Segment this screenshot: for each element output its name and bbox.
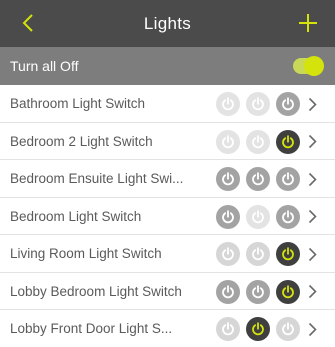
turn-all-off-toggle[interactable] [293, 56, 324, 76]
power-icon [222, 97, 234, 111]
power-button-2[interactable] [246, 92, 270, 116]
power-icon [282, 284, 294, 298]
power-icon [282, 97, 294, 111]
power-button-3[interactable] [276, 129, 300, 154]
chevron-right-icon[interactable] [306, 96, 318, 112]
power-button-3[interactable] [276, 279, 300, 304]
power-icon [252, 247, 264, 261]
power-button-1[interactable] [216, 167, 240, 191]
switch-row[interactable]: Bedroom Light Switch [0, 197, 335, 235]
power-button-3[interactable] [276, 242, 300, 266]
switch-name: Lobby Bedroom Light Switch [10, 283, 182, 299]
turn-all-off-row: Turn all Off [0, 47, 335, 85]
chevron-right-icon[interactable] [306, 284, 318, 300]
power-icon [282, 134, 294, 148]
toggle-knob [304, 56, 324, 76]
chevron-right-icon[interactable] [306, 171, 318, 187]
switch-row[interactable]: Bedroom 2 Light Switch [0, 122, 335, 160]
chevron-right-icon[interactable] [306, 321, 318, 337]
power-icon [252, 97, 264, 111]
switch-name: Bedroom 2 Light Switch [10, 133, 153, 149]
power-button-1[interactable] [216, 317, 240, 341]
power-icon [252, 322, 264, 336]
chevron-left-icon [22, 14, 33, 32]
power-icon [222, 284, 234, 298]
power-icon [222, 209, 234, 223]
power-icon [282, 247, 294, 261]
power-button-2[interactable] [246, 204, 270, 229]
page-title: Lights [143, 14, 192, 33]
power-button-2[interactable] [246, 167, 270, 191]
power-icon [252, 284, 264, 298]
plus-icon [299, 14, 317, 32]
power-button-3[interactable] [276, 167, 300, 191]
power-button-1[interactable] [216, 279, 240, 304]
power-button-1[interactable] [216, 242, 240, 266]
power-button-3[interactable] [276, 92, 300, 116]
chevron-right-icon[interactable] [306, 209, 318, 225]
power-icon [282, 172, 294, 186]
switch-name: Lobby Front Door Light S... [10, 321, 173, 336]
turn-all-off-label: Turn all Off [10, 58, 79, 74]
switch-row[interactable]: Bedroom Ensuite Light Swi... [0, 160, 335, 198]
switch-list: Bathroom Light Switch Bedroom 2 Light Swi… [0, 85, 335, 347]
app-header: Lights [0, 0, 335, 47]
power-icon [252, 209, 264, 223]
power-button-1[interactable] [216, 92, 240, 116]
power-button-2[interactable] [246, 317, 270, 341]
chevron-right-icon[interactable] [306, 134, 318, 150]
power-icon [252, 134, 264, 148]
power-button-2[interactable] [246, 279, 270, 304]
switch-name: Bathroom Light Switch [10, 96, 146, 111]
power-icon [282, 322, 294, 336]
switch-name: Bedroom Light Switch [10, 208, 142, 224]
switch-name: Bedroom Ensuite Light Swi... [10, 171, 184, 186]
power-icon [222, 247, 234, 261]
power-icon [222, 134, 234, 148]
power-button-2[interactable] [246, 129, 270, 154]
power-button-3[interactable] [276, 317, 300, 341]
switch-row[interactable]: Lobby Bedroom Light Switch [0, 272, 335, 310]
power-icon [222, 172, 234, 186]
switch-row[interactable]: Bathroom Light Switch [0, 85, 335, 123]
switch-row[interactable]: Living Room Light Switch [0, 235, 335, 273]
chevron-right-icon[interactable] [306, 246, 318, 262]
back-button[interactable] [16, 10, 40, 36]
switch-row[interactable]: Lobby Front Door Light S... [0, 310, 335, 347]
add-button[interactable] [295, 10, 321, 36]
power-button-2[interactable] [246, 242, 270, 266]
switch-name: Living Room Light Switch [10, 246, 162, 261]
power-button-3[interactable] [276, 204, 300, 229]
power-button-1[interactable] [216, 204, 240, 229]
power-icon [282, 209, 294, 223]
power-icon [252, 172, 264, 186]
power-icon [222, 322, 234, 336]
power-button-1[interactable] [216, 129, 240, 154]
